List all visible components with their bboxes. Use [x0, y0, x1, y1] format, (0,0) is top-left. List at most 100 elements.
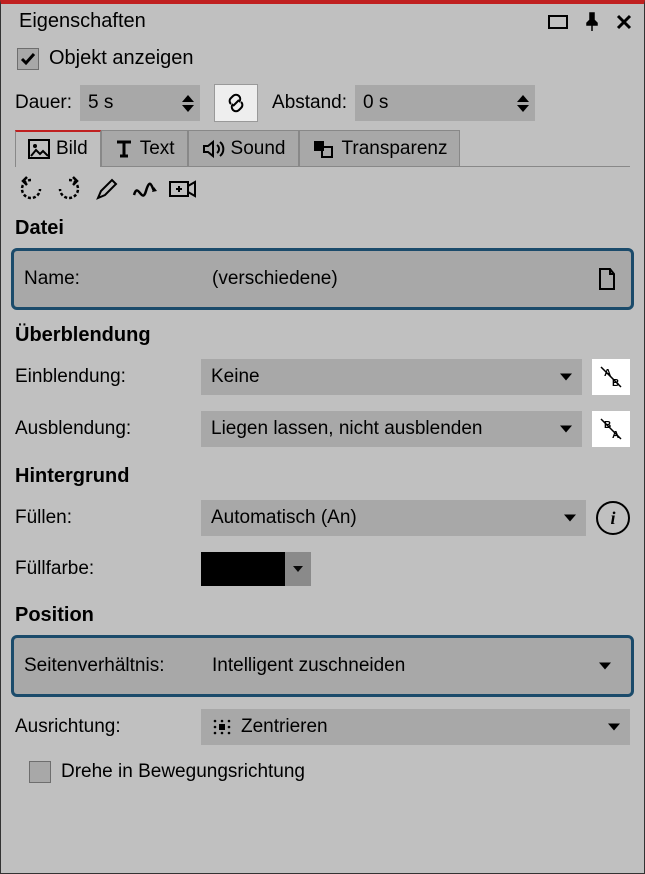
- tabs-container: Bild Text Sound Transparenz: [1, 130, 644, 167]
- transition-ab-icon: AB: [599, 365, 623, 389]
- panel-title: Eigenschaften: [19, 10, 548, 33]
- fuellen-select[interactable]: Automatisch (An): [201, 500, 586, 536]
- seiten-select[interactable]: Intelligent zuschneiden: [202, 648, 621, 684]
- spinner-arrows[interactable]: [517, 95, 529, 112]
- center-align-icon: [211, 718, 233, 736]
- ueberblendung-heading: Überblendung: [1, 314, 644, 351]
- arrow-down-icon[interactable]: [517, 105, 529, 112]
- link-icon: [223, 90, 249, 116]
- rotate-ccw-icon: [17, 175, 45, 203]
- transition-ba-icon: BA: [599, 417, 623, 441]
- path-button[interactable]: [129, 173, 161, 205]
- svg-text:A: A: [604, 368, 611, 379]
- ausblendung-select[interactable]: Liegen lassen, nicht ausblenden: [201, 411, 582, 447]
- path-icon: [131, 177, 159, 201]
- ausblendung-row: Ausblendung: Liegen lassen, nicht ausble…: [1, 403, 644, 455]
- ausrichtung-select[interactable]: Zentrieren: [201, 709, 630, 745]
- datei-heading: Datei: [1, 207, 644, 244]
- info-button[interactable]: i: [596, 501, 630, 535]
- camera-button[interactable]: [167, 173, 199, 205]
- drehe-label: Drehe in Bewegungsrichtung: [61, 761, 305, 783]
- fuellen-label: Füllen:: [15, 507, 191, 529]
- svg-text:B: B: [604, 420, 611, 431]
- duration-value: 5 s: [86, 92, 182, 114]
- svg-text:A: A: [612, 430, 619, 441]
- name-value: (verschiedene): [212, 268, 338, 290]
- transparency-icon: [312, 139, 336, 159]
- tab-bild[interactable]: Bild: [15, 130, 101, 166]
- seiten-value: Intelligent zuschneiden: [212, 655, 405, 677]
- tabs: Bild Text Sound Transparenz: [15, 130, 630, 167]
- ausblendung-value: Liegen lassen, nicht ausblenden: [211, 418, 482, 440]
- einblendung-label: Einblendung:: [15, 366, 191, 388]
- sound-icon: [201, 139, 225, 159]
- seitenverhaeltnis-row: Seitenverhältnis: Intelligent zuschneide…: [11, 635, 634, 697]
- name-field[interactable]: (verschiedene): [202, 261, 583, 297]
- chevron-down-icon: [564, 515, 576, 522]
- drehe-checkbox[interactable]: [29, 761, 51, 783]
- einblendung-select[interactable]: Keine: [201, 359, 582, 395]
- duration-label: Dauer:: [15, 92, 72, 114]
- chevron-down-icon: [293, 566, 303, 572]
- fuellfarbe-swatch[interactable]: [201, 552, 311, 586]
- duration-spinner[interactable]: 5 s: [80, 85, 200, 121]
- chevron-down-icon: [560, 426, 572, 433]
- browse-icon[interactable]: [593, 267, 621, 291]
- spinner-arrows[interactable]: [182, 95, 194, 112]
- camera-icon: [168, 178, 198, 200]
- window-controls: [548, 12, 632, 32]
- distance-value: 0 s: [361, 92, 517, 114]
- panel-header: Eigenschaften: [1, 4, 644, 41]
- chevron-down-icon: [608, 724, 620, 731]
- name-row: Name: (verschiedene): [11, 248, 634, 310]
- arrow-up-icon[interactable]: [182, 95, 194, 102]
- fuellfarbe-row: Füllfarbe:: [1, 544, 644, 594]
- chevron-down-icon: [560, 374, 572, 381]
- tab-transparenz-label: Transparenz: [342, 138, 448, 160]
- hintergrund-heading: Hintergrund: [1, 455, 644, 492]
- tab-text[interactable]: Text: [101, 130, 188, 166]
- rotate-cw-button[interactable]: [53, 173, 85, 205]
- info-icon: i: [610, 508, 615, 529]
- tab-sound-label: Sound: [231, 138, 286, 160]
- rotate-cw-icon: [55, 175, 83, 203]
- tab-transparenz[interactable]: Transparenz: [299, 130, 461, 166]
- color-dropdown[interactable]: [285, 552, 311, 586]
- object-show-label: Objekt anzeigen: [49, 47, 194, 70]
- arrow-down-icon[interactable]: [182, 105, 194, 112]
- position-heading: Position: [1, 594, 644, 631]
- close-icon[interactable]: [616, 14, 632, 30]
- toolbar: [1, 167, 644, 207]
- tab-bild-label: Bild: [56, 138, 88, 160]
- ausrichtung-label: Ausrichtung:: [15, 716, 191, 738]
- duration-row: Dauer: 5 s Abstand: 0 s: [1, 76, 644, 130]
- properties-panel: Eigenschaften Objekt anzeigen Dauer: 5 s: [0, 0, 645, 874]
- pin-icon[interactable]: [584, 12, 600, 32]
- image-icon: [28, 139, 50, 159]
- distance-spinner[interactable]: 0 s: [355, 85, 535, 121]
- name-label: Name:: [24, 268, 192, 290]
- pen-button[interactable]: [91, 173, 123, 205]
- tab-text-label: Text: [140, 138, 175, 160]
- ausrichtung-value: Zentrieren: [241, 716, 328, 738]
- link-button[interactable]: [214, 84, 258, 122]
- einblendung-row: Einblendung: Keine AB: [1, 351, 644, 403]
- tab-sound[interactable]: Sound: [188, 130, 299, 166]
- ausblendung-preset-button[interactable]: BA: [592, 411, 630, 447]
- fuellfarbe-label: Füllfarbe:: [15, 558, 191, 580]
- seiten-label: Seitenverhältnis:: [24, 655, 192, 677]
- arrow-up-icon[interactable]: [517, 95, 529, 102]
- text-icon: [114, 139, 134, 159]
- maximize-icon[interactable]: [548, 15, 568, 29]
- distance-label: Abstand:: [272, 92, 347, 114]
- ausrichtung-row: Ausrichtung: Zentrieren: [1, 701, 644, 753]
- einblendung-value: Keine: [211, 366, 260, 388]
- rotate-ccw-button[interactable]: [15, 173, 47, 205]
- object-show-row: Objekt anzeigen: [1, 41, 644, 76]
- drehe-row: Drehe in Bewegungsrichtung: [1, 753, 644, 795]
- fuellen-value: Automatisch (An): [211, 507, 357, 529]
- chevron-down-icon: [599, 663, 611, 670]
- object-show-checkbox[interactable]: [17, 48, 39, 70]
- ausblendung-label: Ausblendung:: [15, 418, 191, 440]
- einblendung-preset-button[interactable]: AB: [592, 359, 630, 395]
